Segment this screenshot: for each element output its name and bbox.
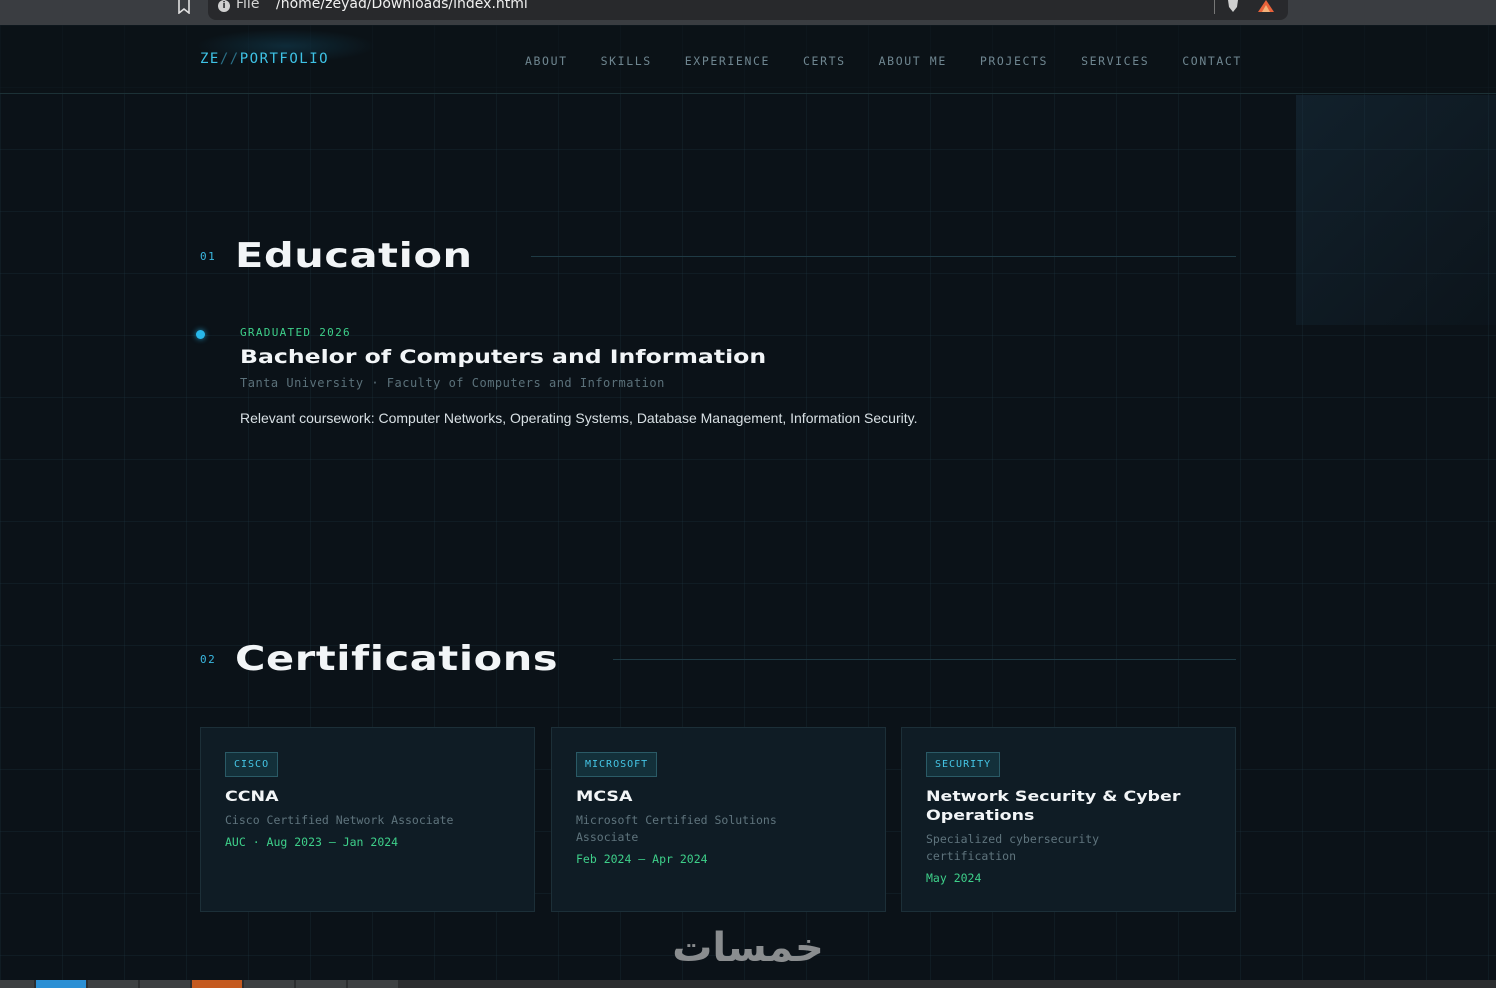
- cert-date: AUC · Aug 2023 – Jan 2024: [225, 835, 399, 849]
- cert-subtitle: Microsoft Certified Solutions Associate: [576, 813, 777, 844]
- url-scheme: File: [236, 0, 260, 12]
- site-logo[interactable]: ZE//PORTFOLIO: [200, 51, 329, 67]
- logo-suffix: PORTFOLIO: [239, 51, 330, 67]
- education-school: Tanta University · Faculty of Computers …: [240, 376, 665, 390]
- info-icon[interactable]: i: [218, 0, 230, 12]
- section-divider: [531, 256, 1236, 257]
- browser-toolbar: i File /home/zeyad/Downloads/index.html: [0, 0, 1496, 25]
- taskbar-item[interactable]: [140, 980, 190, 988]
- nav-link-skills[interactable]: SKILLS: [601, 54, 652, 68]
- nav-link-about-me[interactable]: ABOUT ME: [879, 54, 947, 68]
- nav-link-certs[interactable]: CERTS: [803, 54, 846, 68]
- timeline-dot: [196, 330, 205, 339]
- nav-link-services[interactable]: SERVICES: [1081, 54, 1149, 68]
- cert-title: CCNA: [225, 789, 279, 805]
- cert-tag: CISCO: [225, 752, 279, 777]
- taskbar-item[interactable]: [244, 980, 294, 988]
- bookmark-icon[interactable]: [177, 0, 191, 14]
- nav-link-about[interactable]: ABOUT: [525, 54, 568, 68]
- brave-shield-icon[interactable]: [1226, 0, 1240, 12]
- section-title: Certifications: [235, 639, 559, 679]
- cert-card-ccna[interactable]: CISCO CCNA Cisco Certified Network Assoc…: [200, 727, 535, 912]
- education-degree: Bachelor of Computers and Information: [240, 346, 767, 368]
- nav-link-contact[interactable]: CONTACT: [1182, 54, 1242, 68]
- cert-tag: SECURITY: [926, 752, 1001, 777]
- cert-card-mcsa[interactable]: MICROSOFT MCSA Microsoft Certified Solut…: [551, 727, 886, 912]
- taskbar-item[interactable]: [192, 980, 242, 988]
- taskbar-item[interactable]: [0, 980, 34, 988]
- address-bar[interactable]: i File /home/zeyad/Downloads/index.html: [208, 0, 1288, 20]
- section-number: 01: [200, 250, 217, 263]
- cert-date: May 2024: [926, 871, 982, 885]
- taskbar-item[interactable]: [348, 980, 398, 988]
- education-coursework: Relevant coursework: Computer Networks, …: [240, 410, 918, 426]
- cert-subtitle: Specialized cybersecurity certification: [926, 832, 1100, 863]
- cert-card-network-security[interactable]: SECURITY Network Security & Cyber Operat…: [901, 727, 1236, 912]
- address-bar-divider: [1214, 0, 1215, 14]
- section-divider: [613, 659, 1236, 660]
- cert-title: MCSA: [576, 789, 633, 805]
- nav-links: ABOUT SKILLS EXPERIENCE CERTS ABOUT ME P…: [525, 54, 1242, 68]
- taskbar-item[interactable]: [36, 980, 86, 988]
- education-date: GRADUATED 2026: [240, 326, 351, 339]
- cert-tag: MICROSOFT: [576, 752, 658, 777]
- watermark-logo: خمسات: [672, 925, 824, 971]
- cert-title: Network Security & Cyber Operations: [926, 789, 1181, 824]
- section-title: Education: [235, 236, 473, 276]
- taskbar-item[interactable]: [296, 980, 346, 988]
- site-navbar: ZE//PORTFOLIO ABOUT SKILLS EXPERIENCE CE…: [0, 25, 1496, 94]
- url-path[interactable]: /home/zeyad/Downloads/index.html: [276, 0, 528, 12]
- nav-link-projects[interactable]: PROJECTS: [980, 54, 1048, 68]
- taskbar-item[interactable]: [88, 980, 138, 988]
- background-glow: [1296, 95, 1496, 325]
- nav-link-experience[interactable]: EXPERIENCE: [685, 54, 770, 68]
- logo-slashes: //: [219, 51, 240, 67]
- cert-subtitle: Cisco Certified Network Associate: [225, 813, 454, 827]
- cert-date: Feb 2024 – Apr 2024: [576, 852, 708, 866]
- logo-prefix: ZE: [200, 51, 220, 67]
- section-number: 02: [200, 653, 217, 666]
- rewards-triangle-icon[interactable]: [1258, 0, 1274, 12]
- os-taskbar: [0, 980, 1496, 988]
